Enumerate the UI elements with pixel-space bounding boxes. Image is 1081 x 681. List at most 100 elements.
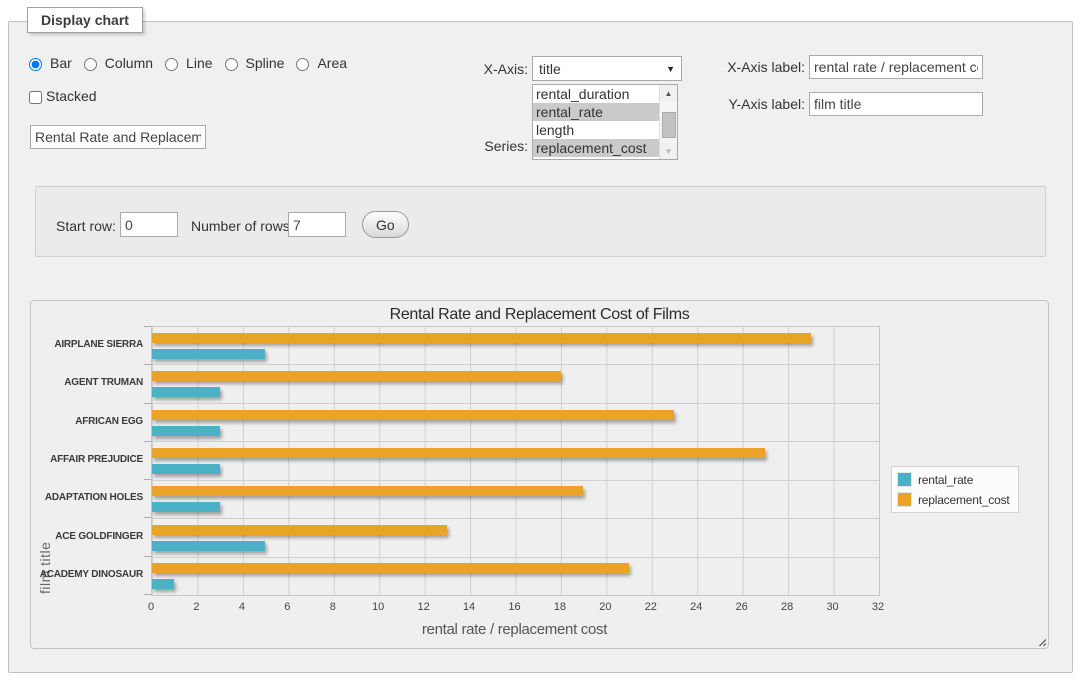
- legend-label-rental_rate: rental_rate: [918, 473, 973, 487]
- scroll-down-icon[interactable]: ▼: [660, 143, 677, 159]
- bar-rental_rate: [152, 349, 265, 359]
- chart-type-label-area: Area: [317, 55, 347, 71]
- stacked-checkbox[interactable]: [29, 91, 42, 104]
- series-option-length[interactable]: length: [533, 121, 659, 139]
- y-axis-tick: [144, 594, 151, 595]
- x-axis-tick-label: 20: [591, 601, 619, 613]
- bar-replacement_cost: [152, 410, 674, 420]
- series-option-replacement_cost[interactable]: replacement_cost: [533, 139, 659, 157]
- x-axis-tick-label: 14: [455, 601, 483, 613]
- y-category-label: ADAPTATION HOLES: [31, 492, 143, 503]
- x-axis-label-label: X-Axis label:: [703, 59, 805, 75]
- chart-type-label-bar: Bar: [50, 55, 72, 71]
- stacked-label: Stacked: [46, 88, 97, 104]
- chart-type-radio-line[interactable]: [165, 58, 178, 71]
- chart-band: [152, 557, 879, 595]
- series-options: rental_durationrental_ratelengthreplacem…: [533, 85, 659, 159]
- bar-replacement_cost: [152, 563, 629, 573]
- bar-replacement_cost: [152, 486, 583, 496]
- resize-handle-icon[interactable]: [1036, 636, 1046, 646]
- chart-band: [152, 480, 879, 518]
- legend-swatch-replacement_cost: [897, 492, 912, 507]
- chart-type-radio-bar[interactable]: [29, 58, 42, 71]
- chart-title: Rental Rate and Replacement Cost of Film…: [31, 306, 1048, 324]
- y-axis-tick: [144, 403, 151, 404]
- bar-rental_rate: [152, 387, 220, 397]
- chart-band: [152, 518, 879, 556]
- legend-swatch-rental_rate: [897, 472, 912, 487]
- bar-replacement_cost: [152, 448, 765, 458]
- x-axis-select[interactable]: title ▼: [532, 56, 682, 81]
- bar-replacement_cost: [152, 525, 447, 535]
- scroll-up-icon[interactable]: ▲: [660, 85, 677, 101]
- chart-title-input[interactable]: [30, 125, 206, 149]
- chart-band: [152, 403, 879, 441]
- chart-type-radio-column[interactable]: [84, 58, 97, 71]
- bar-replacement_cost: [152, 333, 811, 343]
- x-axis-tick-label: 28: [773, 601, 801, 613]
- y-axis-label-label: Y-Axis label:: [703, 96, 805, 112]
- series-listbox[interactable]: rental_durationrental_ratelengthreplacem…: [532, 84, 678, 160]
- row-controls-panel: Start row: Number of rows: Go: [35, 186, 1046, 257]
- y-axis-label-input[interactable]: [809, 92, 983, 116]
- x-axis-tick-label: 0: [137, 601, 165, 613]
- bar-rental_rate: [152, 541, 265, 551]
- fieldset-legend: Display chart: [27, 7, 143, 33]
- x-axis-tick-label: 10: [364, 601, 392, 613]
- chart-legend: rental_rate replacement_cost: [891, 466, 1019, 513]
- bar-replacement_cost: [152, 371, 561, 381]
- series-listbox-scrollbar[interactable]: ▲ ▼: [659, 85, 677, 159]
- x-axis-select-value: title: [539, 61, 561, 77]
- go-button[interactable]: Go: [362, 211, 409, 238]
- y-category-label: ACE GOLDFINGER: [31, 531, 143, 542]
- x-axis-tick-label: 4: [228, 601, 256, 613]
- chart-type-radio-spline[interactable]: [225, 58, 238, 71]
- y-category-label: AFRICAN EGG: [31, 416, 143, 427]
- start-row-label: Start row:: [56, 218, 116, 234]
- legend-item-rental_rate: rental_rate: [897, 472, 1010, 487]
- start-row-input[interactable]: [120, 212, 178, 237]
- x-axis-tick-label: 12: [410, 601, 438, 613]
- chart-band: [152, 441, 879, 479]
- scrollbar-thumb[interactable]: [662, 112, 676, 138]
- series-option-rental_duration[interactable]: rental_duration: [533, 85, 659, 103]
- x-axis-tick-label: 26: [728, 601, 756, 613]
- series-option-rental_rate[interactable]: rental_rate: [533, 103, 659, 121]
- x-axis-tick-label: 32: [864, 601, 892, 613]
- bar-rental_rate: [152, 426, 220, 436]
- y-axis-tick: [144, 326, 151, 327]
- x-axis-tick-label: 18: [546, 601, 574, 613]
- legend-item-replacement_cost: replacement_cost: [897, 492, 1010, 507]
- y-category-label: AGENT TRUMAN: [31, 377, 143, 388]
- x-axis-tick-label: 30: [819, 601, 847, 613]
- chart-type-label-line: Line: [186, 55, 212, 71]
- legend-label-replacement_cost: replacement_cost: [918, 493, 1010, 507]
- x-axis-tick-label: 16: [501, 601, 529, 613]
- x-axis-label-input[interactable]: [809, 55, 983, 79]
- stacked-row: Stacked: [29, 88, 97, 104]
- x-axis-tick-label: 22: [637, 601, 665, 613]
- number-of-rows-input[interactable]: [288, 212, 346, 237]
- y-axis-tick: [144, 364, 151, 365]
- y-category-label: AFFAIR PREJUDICE: [31, 454, 143, 465]
- y-axis-tick: [144, 479, 151, 480]
- chart-x-axis-title: rental rate / replacement cost: [151, 621, 878, 638]
- y-category-label: ACADEMY DINOSAUR: [31, 569, 143, 580]
- x-axis-tick-label: 8: [319, 601, 347, 613]
- chart-band: [152, 327, 879, 364]
- chevron-down-icon: ▼: [666, 64, 675, 74]
- y-axis-tick: [144, 517, 151, 518]
- bar-rental_rate: [152, 502, 220, 512]
- number-of-rows-label: Number of rows:: [191, 218, 294, 234]
- x-axis-tick-label: 6: [273, 601, 301, 613]
- plot-area: [151, 326, 880, 596]
- x-axis-tick-label: 24: [682, 601, 710, 613]
- series-list-label: Series:: [430, 138, 528, 154]
- x-axis-select-label: X-Axis:: [430, 61, 528, 77]
- chart-panel: Rental Rate and Replacement Cost of Film…: [30, 300, 1049, 649]
- y-axis-tick: [144, 441, 151, 442]
- chart-type-radio-group: Bar Column Line Spline Area: [29, 55, 355, 71]
- chart-type-label-spline: Spline: [246, 55, 285, 71]
- chart-type-radio-area[interactable]: [296, 58, 309, 71]
- chart-type-label-column: Column: [105, 55, 153, 71]
